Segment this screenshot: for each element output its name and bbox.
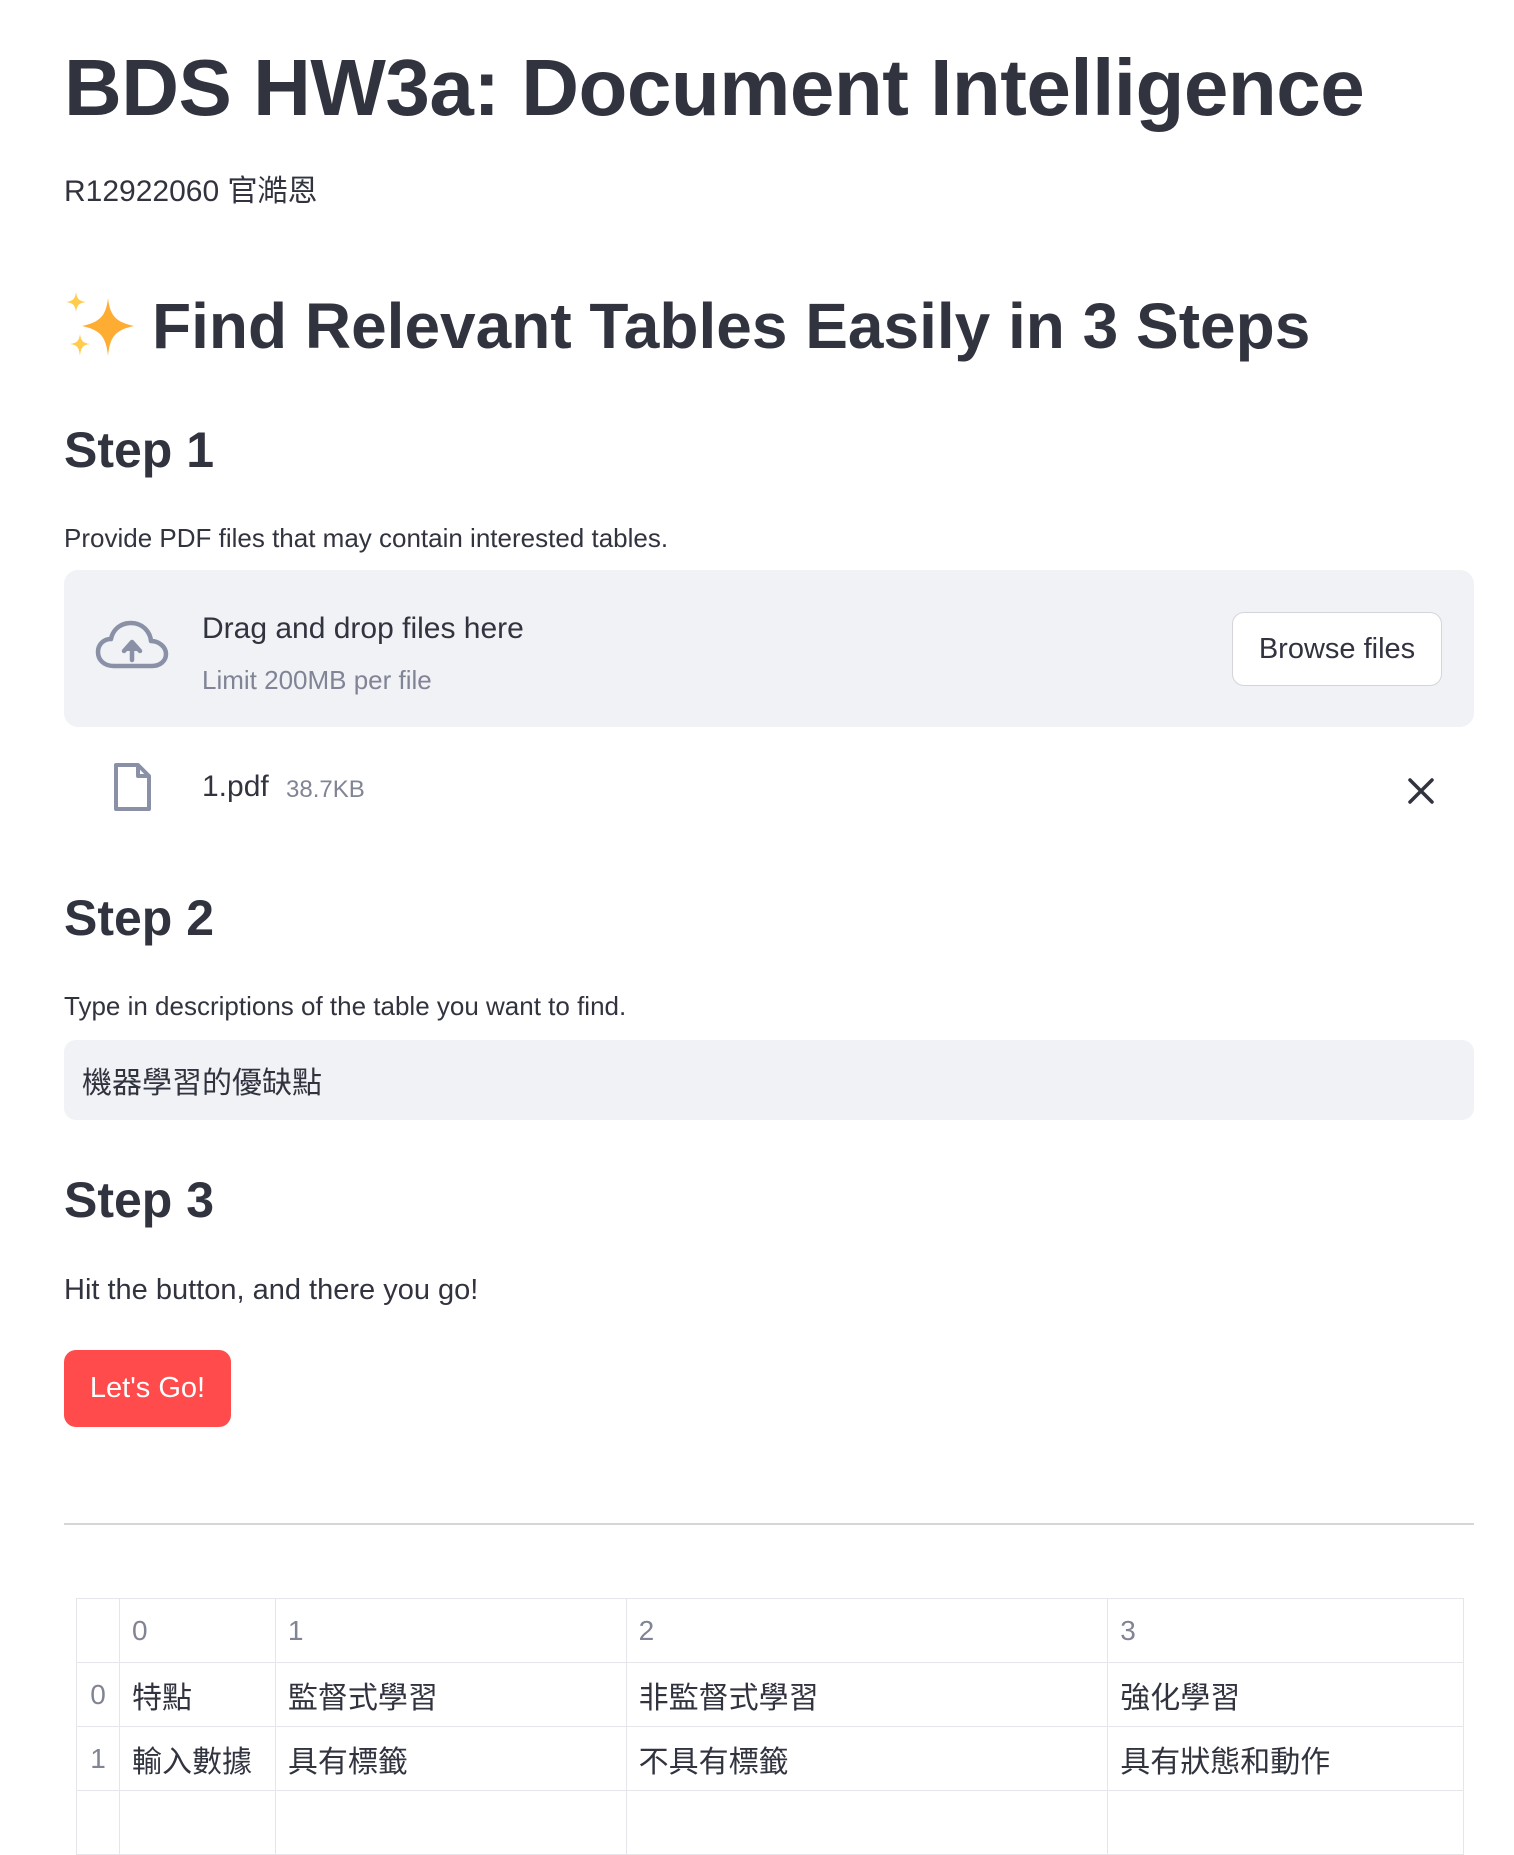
dropzone-limit: Limit 200MB per file (202, 665, 432, 695)
table-cell[interactable] (1107, 1790, 1464, 1855)
table-cell[interactable]: 特點 (118, 1662, 276, 1727)
table-cell[interactable]: 具有標籤 (274, 1726, 627, 1791)
step-1-heading: Step 1 (64, 422, 215, 478)
column-header[interactable]: 0 (118, 1598, 276, 1663)
lets-go-button[interactable]: Let's Go! (64, 1350, 231, 1427)
table-cell[interactable] (274, 1790, 627, 1855)
table-row: 0 特點 監督式學習 非監督式學習 強化學習 (76, 1662, 1464, 1727)
step-3-heading: Step 3 (64, 1172, 215, 1228)
table-row: 1 輸入數據 具有標籤 不具有標籤 具有狀態和動作 (76, 1726, 1464, 1791)
table-description-input[interactable] (64, 1040, 1474, 1120)
row-index (76, 1790, 120, 1855)
row-index: 1 (76, 1726, 120, 1791)
column-header (76, 1598, 120, 1663)
browse-files-button[interactable]: Browse files (1232, 612, 1442, 686)
sparkles-icon (66, 292, 134, 356)
result-table-container[interactable]: 0 1 2 3 0 特點 監督式學習 非監督式學習 強化學習 1 輸入數據 具有 (76, 1598, 1464, 1855)
file-name: 1.pdf (202, 770, 269, 803)
step-2-heading: Step 2 (64, 890, 215, 946)
file-icon (114, 763, 151, 811)
table-cell[interactable] (118, 1790, 276, 1855)
dropzone-label: Drag and drop files here (202, 612, 524, 645)
table-header-row: 0 1 2 3 (76, 1598, 1464, 1663)
section-title: Find Relevant Tables Easily in 3 Steps (64, 286, 1310, 366)
table-cell[interactable]: 非監督式學習 (625, 1662, 1109, 1727)
page-title: BDS HW3a: Document Intelligence (64, 43, 1365, 132)
table-cell[interactable]: 具有狀態和動作 (1107, 1726, 1464, 1791)
cloud-upload-icon (95, 620, 169, 669)
result-table: 0 1 2 3 0 特點 監督式學習 非監督式學習 強化學習 1 輸入數據 具有 (76, 1598, 1464, 1855)
table-cell[interactable]: 強化學習 (1107, 1662, 1464, 1727)
file-size: 38.7KB (286, 776, 365, 803)
uploaded-file-item: 1.pdf 38.7KB (64, 752, 1474, 826)
table-cell[interactable]: 不具有標籤 (625, 1726, 1109, 1791)
step-2-description: Type in descriptions of the table you wa… (64, 991, 627, 1021)
column-header[interactable]: 3 (1107, 1598, 1464, 1663)
table-cell[interactable] (625, 1790, 1109, 1855)
section-title-text: Find Relevant Tables Easily in 3 Steps (152, 290, 1311, 362)
column-header[interactable]: 2 (625, 1598, 1109, 1663)
step-3-description: Hit the button, and there you go! (64, 1274, 479, 1306)
divider (64, 1523, 1474, 1525)
table-cell[interactable]: 輸入數據 (118, 1726, 276, 1791)
author-line: R12922060 官澔恩 (64, 175, 318, 208)
step-1-description: Provide PDF files that may contain inter… (64, 523, 669, 553)
table-row (76, 1790, 1464, 1855)
table-cell[interactable]: 監督式學習 (274, 1662, 627, 1727)
row-index: 0 (76, 1662, 120, 1727)
close-icon[interactable] (1406, 776, 1436, 806)
file-dropzone[interactable]: Drag and drop files here Limit 200MB per… (64, 570, 1474, 727)
column-header[interactable]: 1 (274, 1598, 627, 1663)
